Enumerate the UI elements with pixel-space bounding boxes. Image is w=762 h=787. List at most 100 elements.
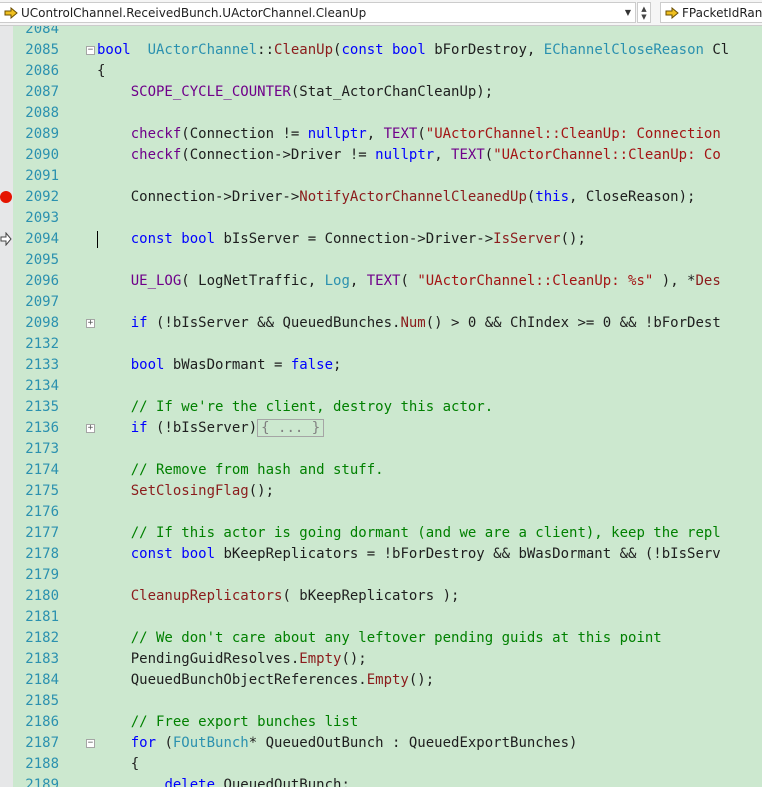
code-line[interactable]: 2185: [0, 691, 762, 712]
code-line[interactable]: 2094 const bool bIsServer = Connection->…: [0, 229, 762, 250]
code-line[interactable]: 2178 const bool bKeepReplicators = !bFor…: [0, 544, 762, 565]
line-number: 2184: [25, 672, 59, 688]
code-line[interactable]: 2093: [0, 208, 762, 229]
line-number: 2088: [25, 105, 59, 121]
code-line[interactable]: 2189 delete QueuedOutBunch;: [0, 775, 762, 787]
code-line[interactable]: 2175 SetClosingFlag();: [0, 481, 762, 502]
code-token: CleanupReplicators: [130, 588, 283, 604]
code-line[interactable]: 2182 // We don't care about any leftover…: [0, 628, 762, 649]
code-token: ();: [560, 231, 586, 247]
code-line[interactable]: 2183 PendingGuidResolves.Empty();: [0, 649, 762, 670]
code-text: if (!bIsServer){ ... }: [97, 418, 325, 439]
code-line[interactable]: 2184 QueuedBunchObjectReferences.Empty()…: [0, 670, 762, 691]
code-line[interactable]: 2173: [0, 439, 762, 460]
code-token: delete: [164, 777, 216, 787]
code-token: "UActorChannel::CleanUp: Connection: [425, 126, 721, 142]
code-text: {: [97, 754, 139, 775]
code-line[interactable]: 2179: [0, 565, 762, 586]
code-token: (!bIsServer): [147, 420, 258, 436]
code-line[interactable]: 2132: [0, 334, 762, 355]
code-line[interactable]: 2095: [0, 250, 762, 271]
line-number: 2177: [25, 525, 59, 541]
code-line[interactable]: 2186 // Free export bunches list: [0, 712, 762, 733]
code-token: bIsServer = Connection->Driver->: [215, 231, 494, 247]
line-number: 2135: [25, 399, 59, 415]
code-token: for: [130, 735, 157, 751]
code-editor[interactable]: 2084 2085− bool UActorChannel::CleanUp(con…: [0, 26, 762, 787]
split-view-button[interactable]: ▲ ▼: [637, 2, 651, 23]
code-line[interactable]: 2133 bool bWasDormant = false;: [0, 355, 762, 376]
code-line[interactable]: 2090 checkf(Connection->Driver != nullpt…: [0, 145, 762, 166]
code-line[interactable]: 2088: [0, 103, 762, 124]
line-number: 2189: [25, 777, 59, 787]
code-token: nullptr: [307, 126, 367, 142]
code-line[interactable]: 2176: [0, 502, 762, 523]
code-line[interactable]: 2177 // If this actor is going dormant (…: [0, 523, 762, 544]
code-token: Num: [400, 315, 426, 331]
code-line[interactable]: 2089 checkf(Connection != nullptr, TEXT(…: [0, 124, 762, 145]
code-line[interactable]: 2086 {: [0, 61, 762, 82]
code-token: if: [130, 420, 148, 436]
code-line[interactable]: 2091: [0, 166, 762, 187]
code-line[interactable]: 2135 // If we're the client, destroy thi…: [0, 397, 762, 418]
member-dropdown[interactable]: FPacketIdRange: [660, 2, 762, 23]
code-line[interactable]: 2097: [0, 292, 762, 313]
code-line[interactable]: 2181: [0, 607, 762, 628]
code-text: // If this actor is going dormant (and w…: [97, 523, 721, 544]
code-line[interactable]: 2087 SCOPE_CYCLE_COUNTER(Stat_ActorChanC…: [0, 82, 762, 103]
code-line[interactable]: 2084: [0, 26, 762, 40]
code-token: bForDestroy,: [425, 42, 544, 58]
code-line[interactable]: 2174 // Remove from hash and stuff.: [0, 460, 762, 481]
line-number: 2187: [25, 735, 59, 751]
code-token: EChannelCloseReason: [543, 42, 704, 58]
code-token: const bool: [130, 546, 216, 562]
code-line[interactable]: 2092 Connection->Driver->NotifyActorChan…: [0, 187, 762, 208]
code-token: nullptr: [375, 147, 435, 163]
scope-dropdown[interactable]: UControlChannel.ReceivedBunch.UActorChan…: [0, 2, 636, 23]
code-line[interactable]: 2096 UE_LOG( LogNetTraffic, Log, TEXT( "…: [0, 271, 762, 292]
collapsed-region[interactable]: { ... }: [257, 419, 325, 437]
line-number: 2086: [25, 63, 59, 79]
code-line[interactable]: 2134: [0, 376, 762, 397]
code-line[interactable]: 2188 {: [0, 754, 762, 775]
code-token: TEXT: [366, 273, 401, 289]
line-number: 2181: [25, 609, 59, 625]
expand-icon[interactable]: +: [86, 424, 95, 433]
code-token: ();: [341, 651, 367, 667]
line-number: 2093: [25, 210, 59, 226]
code-token: {: [97, 63, 106, 79]
collapse-icon[interactable]: −: [86, 46, 95, 55]
code-token: "UActorChannel::CleanUp: Co: [493, 147, 721, 163]
line-number: 2097: [25, 294, 59, 310]
code-token: // We don't care about any leftover pend…: [130, 630, 662, 646]
code-text: if (!bIsServer && QueuedBunches.Num() > …: [97, 313, 721, 334]
code-text: const bool bKeepReplicators = !bForDestr…: [97, 544, 721, 565]
code-line[interactable]: 2180 CleanupReplicators( bKeepReplicator…: [0, 586, 762, 607]
collapse-icon[interactable]: −: [86, 739, 95, 748]
code-line[interactable]: 2187 − for (FOutBunch* QueuedOutBunch : Q…: [0, 733, 762, 754]
code-token: // Remove from hash and stuff.: [130, 462, 384, 478]
member-name-text: FPacketIdRange: [682, 5, 762, 20]
line-number: 2085: [25, 42, 59, 58]
line-number: 2091: [25, 168, 59, 184]
code-line[interactable]: 2136 + if (!bIsServer){ ... }: [0, 418, 762, 439]
code-token: TEXT: [383, 126, 418, 142]
chevron-down-icon[interactable]: ▼: [621, 8, 635, 17]
expand-icon[interactable]: +: [86, 319, 95, 328]
code-token: FOutBunch: [172, 735, 249, 751]
code-text: // We don't care about any leftover pend…: [97, 628, 662, 649]
line-number: 2098: [25, 315, 59, 331]
breakpoint-icon[interactable]: [0, 191, 12, 203]
code-token: Empty: [366, 672, 409, 688]
code-token: (Stat_ActorChanCleanUp);: [290, 84, 494, 100]
code-line[interactable]: 2098 + if (!bIsServer && QueuedBunches.Nu…: [0, 313, 762, 334]
code-text: // Remove from hash and stuff.: [97, 460, 384, 481]
code-token: const bool: [130, 231, 216, 247]
code-line[interactable]: 2085 − bool UActorChannel::CleanUp(const b…: [0, 40, 762, 61]
